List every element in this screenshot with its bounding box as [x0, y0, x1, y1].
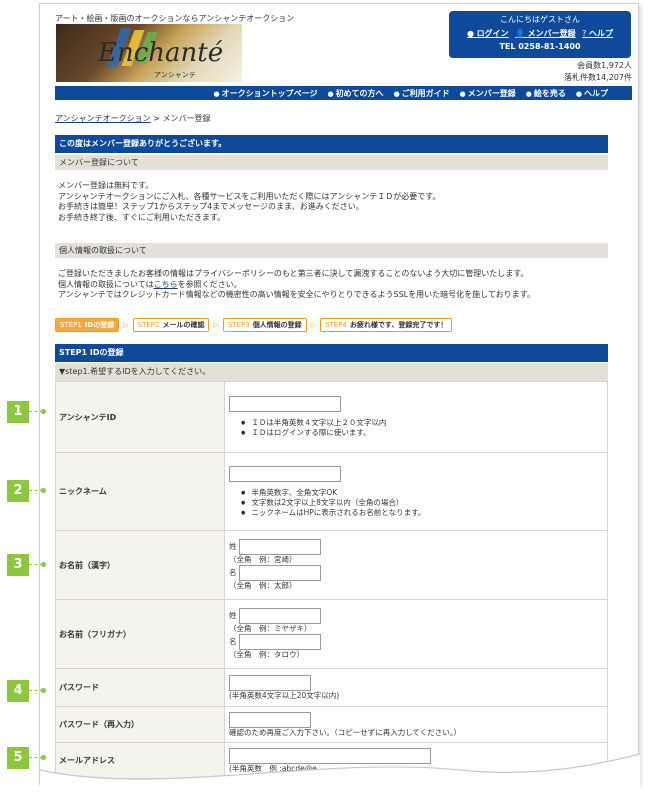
greeting: こんにちはゲストさん [500, 15, 580, 24]
guest-box: こんにちはゲストさん ● ログイン 👤 メンバー登録 ? ヘルプ TEL 025… [449, 11, 631, 58]
name-kana-label: お名前（フリガナ） [55, 599, 225, 669]
form-row-password: パスワード (半角英数4文字以上20文字以内) [55, 668, 608, 707]
kana-mei-input[interactable] [238, 634, 321, 650]
form-row-name-kanji: お名前（漢字） 姓 （全角 例：宮崎） 名 （全角 例：太郎） [55, 530, 608, 600]
kanji-mei-hint: （全角 例：太郎） [229, 581, 297, 590]
nickname-input[interactable] [229, 465, 341, 482]
nav-guide[interactable]: ご利用ガイド [394, 88, 450, 99]
password-hint: (半角英数4文字以上20文字以内) [229, 690, 340, 700]
id-note: ＩＤは半角英数４文字以上２０文字以内 [241, 418, 603, 428]
nickname-field-cell: 半角英数字、全角文字OK 文字数は2文字以上8文字以内（全角の場合） ニックネー… [224, 452, 608, 531]
nickname-notes: 半角英数字、全角文字OK 文字数は2文字以上8文字以内（全角の場合） ニックネー… [241, 488, 603, 518]
id-field-cell: ＩＤは半角英数４文字以上２０文字以内 ＩＤはログインする際に使います。 [224, 381, 608, 453]
name-kana-cell: 姓 （全角 例：ミヤザキ） 名 （全角 例：タロウ） [224, 599, 608, 669]
about-line: お手続き終了後、すぐにご利用いただきます。 [58, 212, 226, 222]
kana-sei-hint: （全角 例：ミヤザキ） [229, 624, 312, 633]
name-kanji-cell: 姓 （全角 例：宮崎） 名 （全角 例：太郎） [224, 530, 608, 600]
nav-first-time[interactable]: 初めての方へ [327, 88, 384, 99]
nav-help[interactable]: ヘルプ [576, 88, 608, 99]
kanji-sei-input[interactable] [238, 539, 321, 555]
thanks-title: この度はメンバー登録ありがとうございます。 [55, 135, 608, 153]
main-nav: オークショントップページ 初めての方へ ご利用ガイド メンバー登録 絵を売る ヘ… [55, 86, 632, 100]
bid-count: 落札件数14,207件 [564, 73, 632, 82]
logo-text: Enchanté [98, 38, 224, 68]
registration-form: アンシャンテID ＩＤは半角英数４文字以上２０文字以内 ＩＤはログインする際に使… [55, 381, 608, 779]
nickname-note: 半角英数字、全角文字OK [241, 488, 603, 498]
about-line: お手続きは簡単！ステップ1からステップ4までメッセージのまま、お進みください。 [58, 202, 364, 211]
privacy-link[interactable]: こちら [154, 280, 178, 289]
nav-member-register[interactable]: メンバー登録 [460, 88, 516, 99]
privacy-line: 個人情報の取扱についてはこちらを参照ください。 [58, 279, 242, 289]
privacy-title: 個人情報の取扱について [55, 243, 608, 258]
kana-mei-hint: （全角 例：タロウ） [229, 650, 304, 659]
privacy-line: ご登録いただきましたお客様の情報はプライバシーポリシーのもと第三者に決して漏洩す… [58, 269, 529, 278]
about-line: メンバー登録は無料です。 [58, 181, 154, 190]
site-stats: 会員数1,972人 落札件数14,207件 [564, 60, 632, 84]
privacy-line: アンシャンテではクレジットカード情報などの機密性の高い情報を安全にやりとりできる… [58, 290, 535, 299]
password-label: パスワード [55, 668, 225, 707]
step-arrow-icon: ▷ [213, 321, 219, 329]
step1-subtitle: ▼step1.希望するIDを入力してください。 [55, 363, 608, 381]
kanji-sei-hint: （全角 例：宮崎） [229, 555, 297, 564]
privacy-text: ご登録いただきましたお客様の情報はプライバシーポリシーのもと第三者に決して漏洩す… [58, 269, 535, 301]
about-title: メンバー登録について [55, 155, 608, 170]
callout-badge-3: 3 [7, 554, 46, 576]
about-line: アンシャンテオークションにご入札、各種サービスをご利用いただく際にはアンシャンテ… [58, 191, 441, 201]
id-note: ＩＤはログインする際に使います。 [241, 428, 603, 438]
step-4: STEP4 お疲れ様です、登録完了です！ [320, 318, 453, 332]
account-links: ● ログイン 👤 メンバー登録 ? ヘルプ [449, 28, 631, 39]
id-notes: ＩＤは半角英数４文字以上２０文字以内 ＩＤはログインする際に使います。 [241, 418, 603, 438]
id-input[interactable] [229, 396, 341, 412]
kanji-mei-input[interactable] [238, 565, 321, 581]
password-cell: (半角英数4文字以上20文字以内) [224, 668, 608, 707]
step1-title: STEP1 IDの登録 [55, 344, 608, 362]
step-3: STEP3 個人情報の登録 [222, 318, 307, 332]
site-tagline: アート・絵画・版画のオークションならアンシャンテオークション [55, 14, 295, 23]
form-row-name-kana: お名前（フリガナ） 姓 （全角 例：ミヤザキ） 名 （全角 例：タロウ） [55, 599, 608, 669]
password-input[interactable] [229, 674, 311, 691]
callout-badge-4: 4 [7, 680, 46, 702]
breadcrumb-home[interactable]: アンシャンテオークション [55, 114, 151, 123]
form-row-nickname: ニックネーム 半角英数字、全角文字OK 文字数は2文字以上8文字以内（全角の場合… [55, 452, 608, 531]
page-tear-edge [39, 753, 641, 806]
breadcrumb-current: メンバー登録 [162, 114, 211, 123]
member-register-link[interactable]: 👤 メンバー登録 [515, 29, 576, 38]
nickname-label: ニックネーム [55, 452, 225, 531]
page-frame: アート・絵画・版画のオークションならアンシャンテオークション Enchanté … [39, 3, 639, 785]
form-row-id: アンシャンテID ＩＤは半角英数４文字以上２０文字以内 ＩＤはログインする際に使… [55, 381, 608, 453]
name-kanji-label: お名前（漢字） [55, 530, 225, 600]
nickname-note: ニックネームはHPに表示されるお名前となります。 [241, 508, 603, 518]
logo-kana: アンシャンテ [154, 71, 196, 79]
site-logo[interactable]: Enchanté アンシャンテ [56, 24, 242, 82]
about-text: メンバー登録は無料です。 アンシャンテオークションにご入札、各種サービスをご利用… [58, 181, 440, 223]
login-link[interactable]: ● ログイン [467, 29, 509, 38]
nav-sell[interactable]: 絵を売る [526, 88, 566, 99]
step-2: STEP2 メールの確認 [132, 318, 210, 332]
step-indicator: STEP1 IDの登録 ▷ STEP2 メールの確認 ▷ STEP3 個人情報の登録 … [55, 318, 453, 332]
nav-auction-top[interactable]: オークショントップページ [214, 88, 318, 99]
password-confirm-input[interactable] [229, 711, 311, 728]
nickname-note: 文字数は2文字以上8文字以内（全角の場合） [241, 498, 603, 508]
phone-number: TEL 0258-81-1400 [499, 42, 581, 51]
id-label: アンシャンテID [55, 381, 225, 453]
breadcrumb: アンシャンテオークション > メンバー登録 [55, 113, 210, 124]
breadcrumb-sep: > [150, 114, 163, 123]
kana-sei-input[interactable] [238, 608, 321, 624]
step-1: STEP1 IDの登録 [55, 318, 120, 332]
member-count: 会員数1,972人 [577, 61, 632, 70]
step-arrow-icon: ▷ [123, 321, 129, 329]
callout-badge-1: 1 [7, 401, 46, 423]
callout-badge-2: 2 [7, 480, 46, 502]
step-arrow-icon: ▷ [310, 321, 317, 329]
help-link[interactable]: ? ヘルプ [582, 29, 613, 38]
